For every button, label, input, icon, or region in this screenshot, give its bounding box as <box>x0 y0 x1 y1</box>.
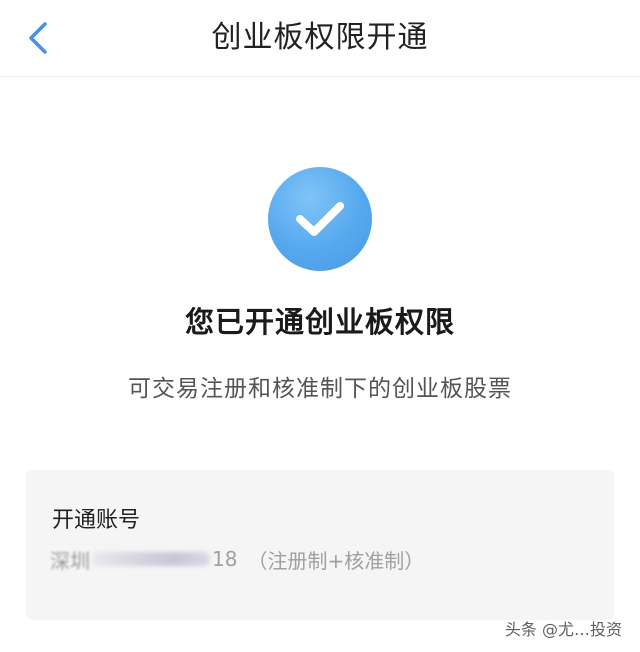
masked-account-number <box>92 552 210 566</box>
navigation-bar: 创业板权限开通 <box>0 0 640 77</box>
page-title: 创业板权限开通 <box>211 20 429 55</box>
checkmark-icon <box>296 202 344 236</box>
check-circle-icon <box>268 167 372 271</box>
status-description: 可交易注册和核准制下的创业板股票 <box>128 376 512 402</box>
watermark: 头条 @尤…投资 <box>504 620 622 639</box>
account-label: 开通账号 <box>52 508 141 533</box>
account-value: 深圳 18 （注册制+核准制） <box>50 544 424 574</box>
account-prefix: 深圳 <box>50 548 90 573</box>
main-content: 您已开通创业板权限 可交易注册和核准制下的创业板股票 开通账号 深圳 18 （注… <box>0 77 640 652</box>
account-card: 开通账号 深圳 18 （注册制+核准制） <box>26 470 614 620</box>
account-suffix: 18 <box>212 547 238 571</box>
account-mode: （注册制+核准制） <box>247 548 425 573</box>
status-headline: 您已开通创业板权限 <box>184 305 455 339</box>
